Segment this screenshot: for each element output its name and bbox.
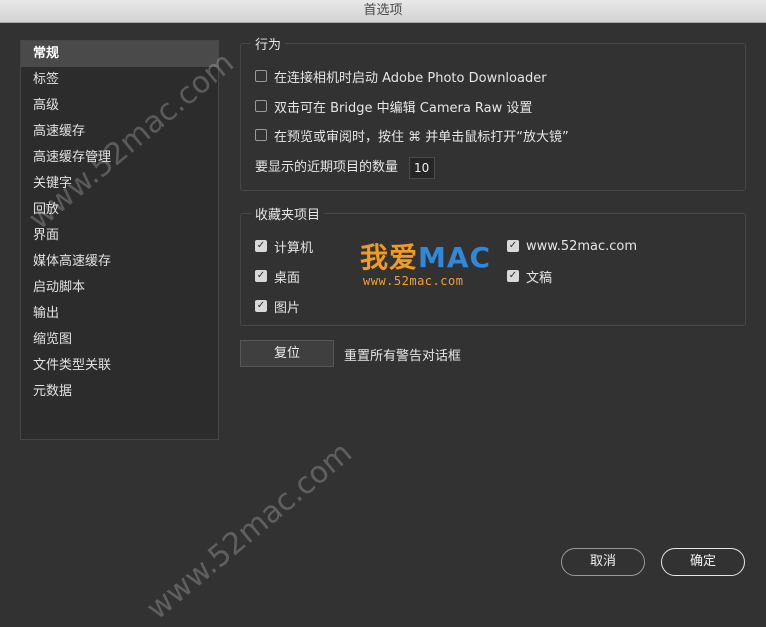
logo-en: MAC — [418, 241, 492, 274]
option-double-click-camera-raw[interactable]: 双击可在 Bridge 中编辑 Camera Raw 设置 — [255, 96, 532, 116]
behavior-title: 行为 — [251, 34, 286, 53]
checkbox[interactable] — [255, 70, 267, 82]
sidebar-item-output[interactable]: 输出 — [21, 301, 218, 327]
favorites-title: 收藏夹项目 — [251, 204, 325, 223]
option-cmd-click-loupe[interactable]: 在预览或审阅时，按住 ⌘ 并单击鼠标打开“放大镜” — [255, 125, 569, 145]
favorites-group: 收藏夹项目 ✓ 计算机 ✓ 桌面 ✓ 图片 ✓ www.52mac.com ✓ … — [240, 204, 746, 326]
checkbox-checked[interactable]: ✓ — [255, 240, 267, 252]
behavior-group: 行为 在连接相机时启动 Adobe Photo Downloader 双击可在 … — [240, 34, 746, 191]
sidebar-item-metadata[interactable]: 元数据 — [21, 379, 218, 405]
option-launch-photo-downloader[interactable]: 在连接相机时启动 Adobe Photo Downloader — [255, 66, 547, 86]
recent-items-input[interactable]: 10 — [409, 157, 435, 179]
favorite-label: 图片 — [274, 300, 301, 316]
sidebar-item-thumbnails[interactable]: 缩览图 — [21, 327, 218, 353]
checkbox-checked[interactable]: ✓ — [255, 300, 267, 312]
favorite-label: 文稿 — [526, 270, 553, 286]
checkbox-checked[interactable]: ✓ — [255, 270, 267, 282]
option-label: 在连接相机时启动 Adobe Photo Downloader — [274, 70, 547, 86]
sidebar-item-general[interactable]: 常规 — [21, 41, 218, 67]
watermark-bottom: www.52mac.com — [140, 435, 359, 627]
reset-warnings-label: 重置所有警告对话框 — [344, 349, 462, 364]
checkbox[interactable] — [255, 129, 267, 141]
cancel-button[interactable]: 取消 — [561, 548, 645, 576]
checkbox[interactable] — [255, 100, 267, 112]
option-label: 在预览或审阅时，按住 ⌘ 并单击鼠标打开“放大镜” — [274, 129, 569, 145]
site-logo: 我爱MAC — [360, 242, 491, 274]
sidebar-item-startup-scripts[interactable]: 启动脚本 — [21, 275, 218, 301]
favorite-label: www.52mac.com — [526, 238, 638, 254]
reset-warnings-button[interactable]: 复位 — [240, 340, 334, 367]
sidebar-item-file-type-associations[interactable]: 文件类型关联 — [21, 353, 218, 379]
favorite-pictures[interactable]: ✓ 图片 — [255, 296, 300, 316]
recent-items-label: 要显示的近期项目的数量 — [255, 160, 399, 175]
favorite-computer[interactable]: ✓ 计算机 — [255, 236, 313, 256]
logo-zh: 我爱 — [360, 241, 419, 274]
favorite-desktop[interactable]: ✓ 桌面 — [255, 266, 300, 286]
window-title: 首选项 — [0, 0, 766, 23]
favorite-documents[interactable]: ✓ 文稿 — [507, 266, 552, 286]
checkbox-checked[interactable]: ✓ — [507, 240, 519, 252]
sidebar-item-media-cache[interactable]: 媒体高速缓存 — [21, 249, 218, 275]
favorite-label: 计算机 — [274, 240, 314, 256]
option-label: 双击可在 Bridge 中编辑 Camera Raw 设置 — [274, 100, 533, 116]
site-logo-url: www.52mac.com — [363, 274, 464, 288]
ok-button[interactable]: 确定 — [661, 548, 745, 576]
favorite-label: 桌面 — [274, 270, 301, 286]
favorite-52mac[interactable]: ✓ www.52mac.com — [507, 236, 637, 256]
checkbox-checked[interactable]: ✓ — [507, 270, 519, 282]
